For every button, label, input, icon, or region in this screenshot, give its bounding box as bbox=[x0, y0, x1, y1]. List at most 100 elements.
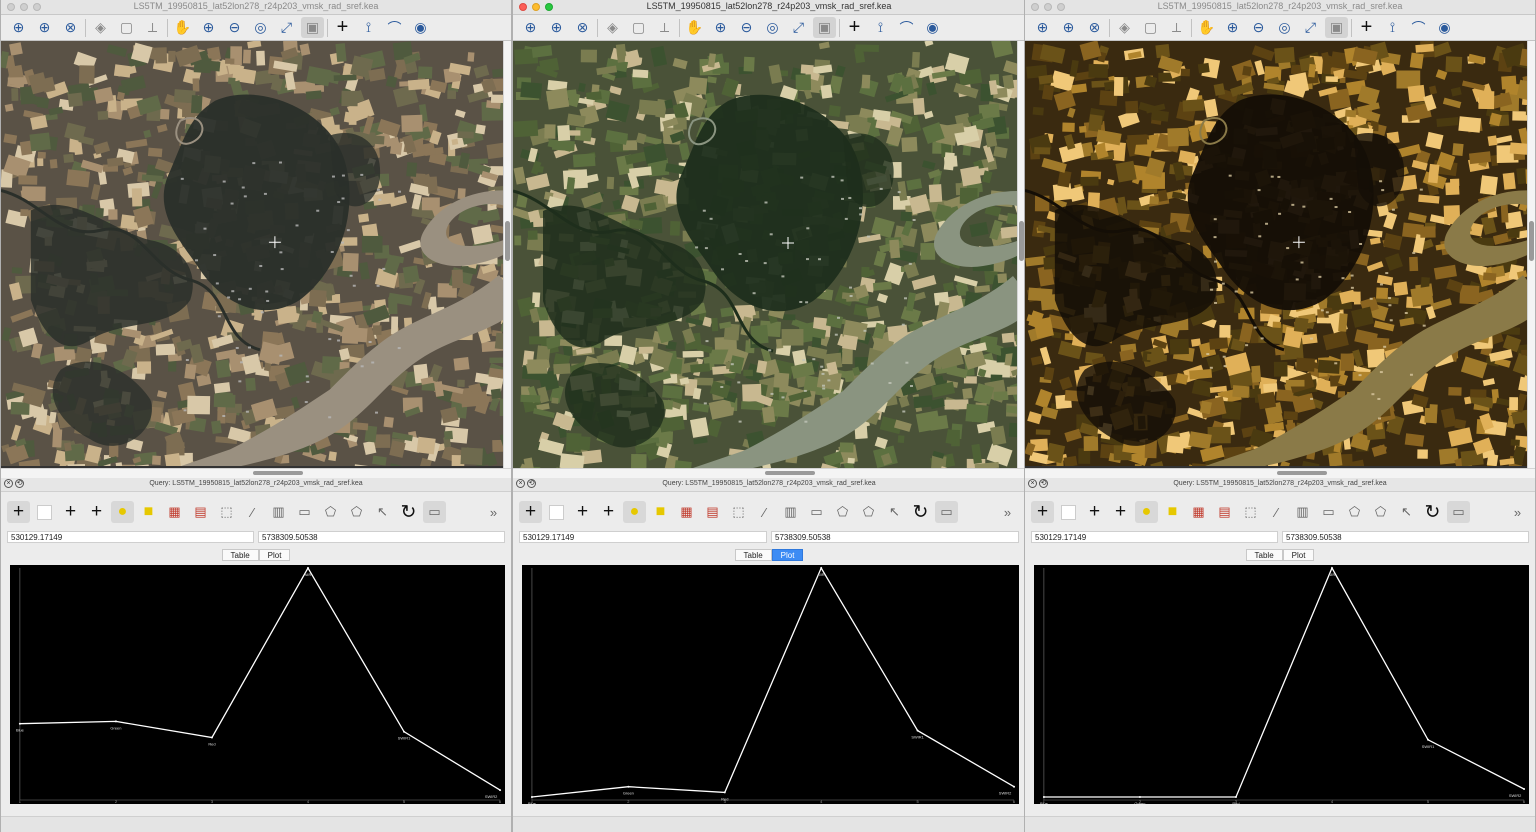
profile-icon[interactable]: ⟟ bbox=[869, 17, 892, 38]
label-icon[interactable]: ▭ bbox=[423, 501, 446, 523]
tab-table[interactable]: Table bbox=[221, 549, 259, 561]
viewer-eye-icon[interactable]: ◉ bbox=[409, 17, 432, 38]
scrollbar-thumb[interactable] bbox=[1529, 221, 1534, 261]
table-icon[interactable]: ▤ bbox=[1213, 501, 1236, 523]
color-swatch-icon[interactable] bbox=[545, 501, 568, 523]
query-cursor-icon[interactable]: + bbox=[331, 16, 354, 38]
tab-table[interactable]: Table bbox=[1245, 549, 1283, 561]
northing-field[interactable]: 5738309.50538 bbox=[771, 531, 1019, 543]
scrollbar-thumb[interactable] bbox=[1277, 471, 1327, 475]
remove-layer-icon[interactable]: ⊗ bbox=[1083, 17, 1106, 38]
select-icon[interactable]: ■ bbox=[137, 501, 160, 523]
tab-plot[interactable]: Plot bbox=[258, 549, 291, 561]
add-vector-icon[interactable]: ⊕ bbox=[1057, 17, 1080, 38]
color-swatch-icon[interactable] bbox=[1057, 501, 1080, 523]
add-vector-icon[interactable]: ⊕ bbox=[33, 17, 56, 38]
zoom-out-icon[interactable]: ⊖ bbox=[223, 17, 246, 38]
geom-select-icon[interactable]: ⬠ bbox=[1343, 501, 1366, 523]
add-column-icon[interactable]: + bbox=[1109, 501, 1132, 523]
new-window-icon[interactable]: ▢ bbox=[1139, 17, 1162, 38]
remove-layer-icon[interactable]: ⊗ bbox=[59, 17, 82, 38]
edit-icon[interactable]: ∕ bbox=[241, 501, 264, 523]
window-titlebar[interactable]: LS5TM_19950815_lat52lon278_r24p203_vmsk_… bbox=[513, 0, 1025, 15]
clear-selection-icon[interactable]: ▦ bbox=[163, 501, 186, 523]
line-select-icon[interactable]: ⬠ bbox=[857, 501, 880, 523]
cursor-select-icon[interactable]: ↖ bbox=[883, 501, 906, 523]
zoom-native-icon[interactable]: ◎ bbox=[1273, 17, 1296, 38]
profile-icon[interactable]: ⟟ bbox=[1381, 17, 1404, 38]
horizontal-scrollbar[interactable] bbox=[1025, 468, 1535, 478]
line-select-icon[interactable]: ⬠ bbox=[1369, 501, 1392, 523]
crosshair-icon[interactable]: + bbox=[1031, 501, 1054, 523]
table-icon[interactable]: ▤ bbox=[701, 501, 724, 523]
refresh-icon[interactable]: ↻ bbox=[397, 501, 420, 523]
add-field-icon[interactable]: + bbox=[59, 501, 82, 523]
query-cursor-icon[interactable]: + bbox=[843, 16, 866, 38]
northing-field[interactable]: 5738309.50538 bbox=[258, 531, 505, 543]
save-icon[interactable]: ▥ bbox=[779, 501, 802, 523]
zoom-in-icon[interactable]: ⊕ bbox=[1221, 17, 1244, 38]
follow-extent-icon[interactable]: ▣ bbox=[1325, 17, 1348, 38]
easting-field[interactable]: 530129.17149 bbox=[7, 531, 254, 543]
easting-field[interactable]: 530129.17149 bbox=[519, 531, 767, 543]
highlight-icon[interactable]: ● bbox=[623, 501, 646, 523]
arrange-icon[interactable]: ⟂ bbox=[653, 17, 676, 38]
highlight-icon[interactable]: ● bbox=[1135, 501, 1158, 523]
add-field-icon[interactable]: + bbox=[571, 501, 594, 523]
layers-icon[interactable]: ◈ bbox=[601, 17, 624, 38]
polygon-select-icon[interactable]: ⬚ bbox=[727, 501, 750, 523]
zoom-fit-icon[interactable]: ⤢ bbox=[275, 17, 298, 38]
zoom-out-icon[interactable]: ⊖ bbox=[1247, 17, 1270, 38]
new-window-icon[interactable]: ▢ bbox=[627, 17, 650, 38]
tab-plot[interactable]: Plot bbox=[771, 549, 804, 561]
edit-icon[interactable]: ∕ bbox=[1265, 501, 1288, 523]
stretch-icon[interactable]: ⌒ bbox=[895, 17, 918, 38]
save-icon[interactable]: ▥ bbox=[267, 501, 290, 523]
add-column-icon[interactable]: + bbox=[597, 501, 620, 523]
select-icon[interactable]: ■ bbox=[1161, 501, 1184, 523]
crosshair-icon[interactable]: + bbox=[519, 501, 542, 523]
scrollbar-thumb[interactable] bbox=[253, 471, 303, 475]
image-canvas[interactable] bbox=[1, 41, 503, 468]
window-titlebar[interactable]: LS5TM_19950815_lat52lon278_r24p203_vmsk_… bbox=[1025, 0, 1535, 15]
zoom-out-icon[interactable]: ⊖ bbox=[735, 17, 758, 38]
image-canvas[interactable] bbox=[1025, 41, 1527, 468]
stretch-icon[interactable]: ⌒ bbox=[1407, 17, 1430, 38]
zoom-fit-icon[interactable]: ⤢ bbox=[1299, 17, 1322, 38]
more-icon[interactable]: » bbox=[1506, 501, 1529, 523]
remove-layer-icon[interactable]: ⊗ bbox=[571, 17, 594, 38]
follow-extent-icon[interactable]: ▣ bbox=[301, 17, 324, 38]
vertical-scrollbar[interactable] bbox=[503, 41, 511, 468]
calc-icon[interactable]: ▭ bbox=[1317, 501, 1340, 523]
pan-icon[interactable]: ✋ bbox=[683, 17, 706, 38]
scrollbar-thumb[interactable] bbox=[765, 471, 815, 475]
profile-icon[interactable]: ⟟ bbox=[357, 17, 380, 38]
color-swatch-icon[interactable] bbox=[33, 501, 56, 523]
table-icon[interactable]: ▤ bbox=[189, 501, 212, 523]
clear-selection-icon[interactable]: ▦ bbox=[1187, 501, 1210, 523]
zoom-native-icon[interactable]: ◎ bbox=[761, 17, 784, 38]
refresh-icon[interactable]: ↻ bbox=[909, 501, 932, 523]
edit-icon[interactable]: ∕ bbox=[753, 501, 776, 523]
add-layer-icon[interactable]: ⊕ bbox=[519, 17, 542, 38]
scrollbar-thumb[interactable] bbox=[505, 221, 510, 261]
query-cursor-icon[interactable]: + bbox=[1355, 16, 1378, 38]
calc-icon[interactable]: ▭ bbox=[805, 501, 828, 523]
polygon-select-icon[interactable]: ⬚ bbox=[1239, 501, 1262, 523]
calc-icon[interactable]: ▭ bbox=[293, 501, 316, 523]
add-column-icon[interactable]: + bbox=[85, 501, 108, 523]
layers-icon[interactable]: ◈ bbox=[1113, 17, 1136, 38]
layers-icon[interactable]: ◈ bbox=[89, 17, 112, 38]
select-icon[interactable]: ■ bbox=[649, 501, 672, 523]
viewer-eye-icon[interactable]: ◉ bbox=[921, 17, 944, 38]
cursor-select-icon[interactable]: ↖ bbox=[371, 501, 394, 523]
label-icon[interactable]: ▭ bbox=[935, 501, 958, 523]
zoom-in-icon[interactable]: ⊕ bbox=[709, 17, 732, 38]
zoom-native-icon[interactable]: ◎ bbox=[249, 17, 272, 38]
label-icon[interactable]: ▭ bbox=[1447, 501, 1470, 523]
image-canvas[interactable] bbox=[513, 41, 1017, 468]
stretch-icon[interactable]: ⌒ bbox=[383, 17, 406, 38]
line-select-icon[interactable]: ⬠ bbox=[345, 501, 368, 523]
pan-icon[interactable]: ✋ bbox=[171, 17, 194, 38]
save-icon[interactable]: ▥ bbox=[1291, 501, 1314, 523]
